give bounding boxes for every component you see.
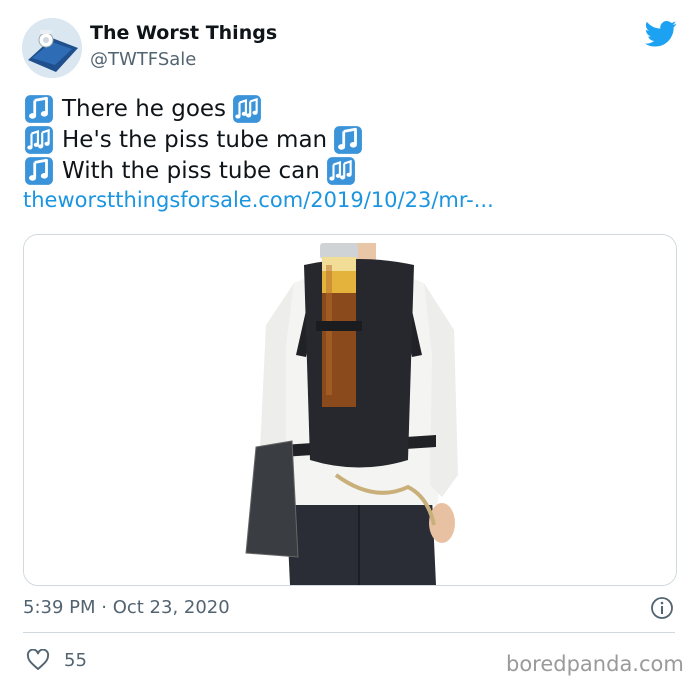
divider [23, 632, 675, 633]
tweet-line-3: With the piss tube can [24, 155, 356, 187]
tweet-timestamp[interactable]: 5:39 PM · Oct 23, 2020 [23, 597, 230, 618]
music-note-icon [24, 94, 54, 124]
tweet-line-text: With the piss tube can [62, 158, 320, 184]
music-note-icon [333, 125, 363, 155]
tweet-line-1: There he goes [24, 93, 262, 125]
music-notes-icon [326, 156, 356, 186]
tweet-line-text: He's the piss tube man [62, 127, 328, 153]
author-handle[interactable]: @TWTFSale [90, 49, 196, 70]
avatar[interactable] [22, 18, 82, 78]
tweet-line-2: He's the piss tube man [24, 124, 363, 156]
tweet-line-text: There he goes [62, 96, 227, 122]
music-notes-icon [232, 94, 262, 124]
like-count: 55 [64, 650, 87, 671]
author-name[interactable]: The Worst Things [90, 22, 277, 44]
music-note-icon [24, 156, 54, 186]
watermark: boredpanda.com [506, 652, 684, 676]
info-icon[interactable] [650, 596, 674, 620]
tweet-link[interactable]: theworstthingsforsale.com/2019/10/23/mr-… [23, 188, 494, 212]
heart-icon[interactable] [26, 649, 50, 671]
twitter-bird-icon[interactable] [645, 20, 677, 48]
music-notes-icon [24, 125, 54, 155]
tweet-media-image[interactable] [23, 234, 677, 586]
